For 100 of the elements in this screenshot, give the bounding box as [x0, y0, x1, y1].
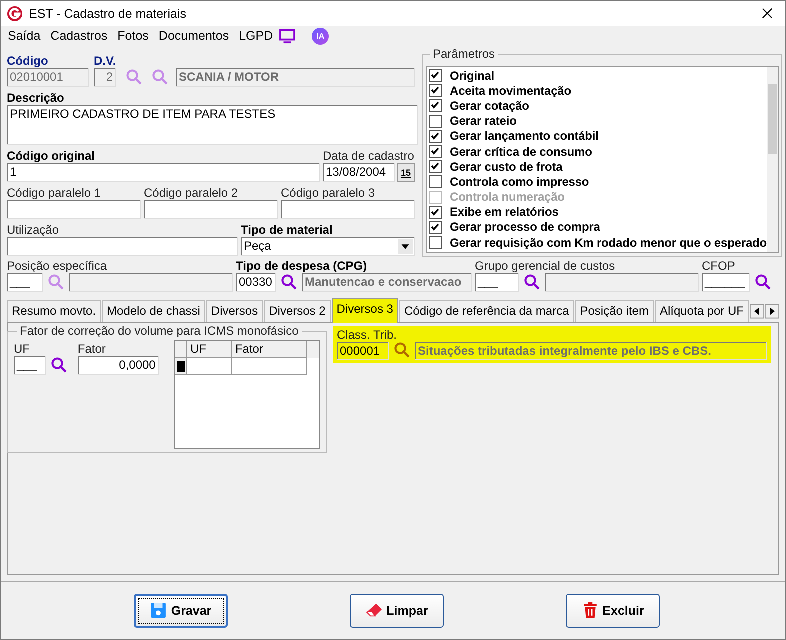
checkmark-icon: [430, 130, 440, 141]
checkbox-option[interactable]: Gerar cotação: [427, 98, 767, 114]
checkbox[interactable]: [429, 99, 442, 112]
field-label: Grupo gerencial de custos: [475, 259, 616, 273]
field-label: D.V.: [94, 54, 116, 68]
action-button[interactable]: Limpar: [350, 594, 444, 628]
field-label: Código original: [7, 149, 95, 163]
search-icon[interactable]: [524, 274, 540, 290]
row-indicator-icon: [176, 360, 185, 372]
checkbox-option[interactable]: Gerar crítica de consumo: [427, 144, 767, 160]
close-icon[interactable]: [762, 8, 773, 19]
tab[interactable]: Diversos: [206, 300, 264, 322]
checkbox-option[interactable]: Gerar requisição com Km rodado menor que o esperado: [427, 235, 767, 250]
menu-item[interactable]: Fotos: [112, 29, 154, 43]
field-label: Utilização: [7, 223, 60, 237]
checkbox-option[interactable]: Original: [427, 68, 767, 84]
window-title: EST - Cadastro de materiais: [29, 6, 186, 20]
tab[interactable]: Diversos 2: [264, 300, 331, 322]
calendar-button[interactable]: 15: [397, 163, 415, 182]
grid-cell[interactable]: [232, 358, 308, 375]
material-type-dropdown[interactable]: Peça: [241, 237, 415, 256]
tab[interactable]: Alíquota por UF: [654, 300, 749, 322]
description-field[interactable]: PRIMEIRO CADASTRO DE ITEM PARA TESTES: [7, 105, 418, 145]
group-field: SCANIA / MOTOR: [176, 68, 415, 87]
cost-group-field[interactable]: ___: [475, 273, 519, 292]
field-label: Data de cadastro: [323, 149, 414, 163]
field-label: Código: [7, 54, 48, 68]
field-label: Fator: [78, 342, 106, 356]
checkbox-option[interactable]: Gerar rateio: [427, 114, 767, 129]
field-label: Descrição: [7, 91, 64, 105]
checkmark-icon: [430, 206, 440, 217]
position-field[interactable]: ___: [7, 273, 43, 292]
tab[interactable]: Posição item: [575, 300, 654, 322]
checkmark-icon: [430, 100, 440, 110]
checkmark-icon: [430, 70, 440, 80]
scrollbar[interactable]: [767, 67, 778, 252]
eraser-icon: [366, 602, 383, 619]
trash-icon: [582, 602, 599, 619]
monitor-icon[interactable]: [279, 28, 296, 44]
action-button[interactable]: Excluir: [566, 594, 660, 628]
parallel-code-field[interactable]: [7, 200, 141, 219]
expense-type-field[interactable]: 00330: [236, 273, 276, 292]
search-icon[interactable]: [51, 357, 67, 373]
checkbox[interactable]: [429, 114, 442, 128]
checkbox[interactable]: [429, 175, 442, 188]
checkbox-option[interactable]: Gerar custo de frota: [427, 159, 767, 174]
checkbox[interactable]: [429, 236, 442, 250]
checkbox-option[interactable]: Exibe em relatórios: [427, 204, 767, 220]
assistant-badge[interactable]: IA: [312, 28, 330, 44]
checkbox-option[interactable]: Controla como impresso: [427, 174, 767, 190]
scroll-right-icon[interactable]: [764, 304, 779, 319]
group-title: Fator de correção do volume para ICMS monofásico: [17, 325, 302, 338]
checkbox[interactable]: [429, 220, 442, 234]
checkbox[interactable]: [429, 130, 442, 143]
field-label: Código paralelo 2: [144, 186, 238, 200]
grid-cell[interactable]: [187, 358, 232, 375]
field-label: UF: [14, 342, 30, 356]
checkbox[interactable]: [429, 84, 442, 98]
state-field[interactable]: ___: [14, 356, 46, 375]
field-label: Tipo de material: [241, 223, 333, 237]
checkbox[interactable]: [429, 69, 442, 82]
checkmark-icon: [430, 161, 440, 172]
expense-description-field: Manutencao e conservacao: [302, 273, 472, 292]
menu-item[interactable]: LGPD: [234, 29, 278, 43]
tax-class-description-field: Situações tributadas integralmente pelo IBS e CBS.: [415, 342, 767, 360]
field-label: CFOP: [702, 259, 736, 273]
app-logo-icon: [7, 6, 23, 22]
search-icon[interactable]: [394, 342, 410, 358]
checkmark-icon: [430, 222, 440, 232]
original-code-field[interactable]: 1: [7, 163, 320, 182]
cfop-field[interactable]: ______: [702, 273, 750, 292]
tab[interactable]: Resumo movto.: [7, 300, 102, 322]
field-label: Class. Trib.: [337, 328, 398, 342]
group-title: Parâmetros: [430, 48, 498, 61]
checkbox-option[interactable]: Aceita movimentação: [427, 83, 767, 98]
checkmark-icon: [430, 146, 440, 156]
checkbox[interactable]: [429, 160, 442, 174]
parallel-code-field[interactable]: [281, 200, 415, 219]
factor-field[interactable]: 0,0000: [78, 356, 159, 375]
tab[interactable]: Modelo de chassi: [102, 300, 206, 322]
tax-class-field[interactable]: 000001: [337, 342, 389, 360]
checkbox-option[interactable]: Gerar lançamento contábil: [427, 128, 767, 144]
usage-field[interactable]: [7, 237, 238, 256]
parallel-code-field[interactable]: [144, 200, 278, 219]
search-icon[interactable]: [755, 274, 771, 290]
checkbox[interactable]: [429, 145, 442, 158]
menu-item[interactable]: Saída: [3, 29, 46, 43]
checkbox-option[interactable]: Gerar processo de compra: [427, 220, 767, 236]
search-icon[interactable]: [281, 274, 297, 290]
menu-item[interactable]: Documentos: [154, 29, 234, 43]
date-field[interactable]: 13/08/2004: [323, 163, 395, 182]
field-label: Posição específica: [7, 259, 108, 273]
action-button[interactable]: Gravar: [134, 594, 228, 628]
scroll-left-icon[interactable]: [750, 304, 764, 319]
field-label: Código paralelo 3: [281, 186, 376, 200]
checkbox[interactable]: [429, 206, 442, 219]
menu-item[interactable]: Cadastros: [46, 29, 113, 43]
tab[interactable]: Código de referência da marca: [399, 300, 574, 322]
tab[interactable]: Diversos 3: [332, 298, 398, 323]
field-label: Código paralelo 1: [7, 186, 102, 200]
